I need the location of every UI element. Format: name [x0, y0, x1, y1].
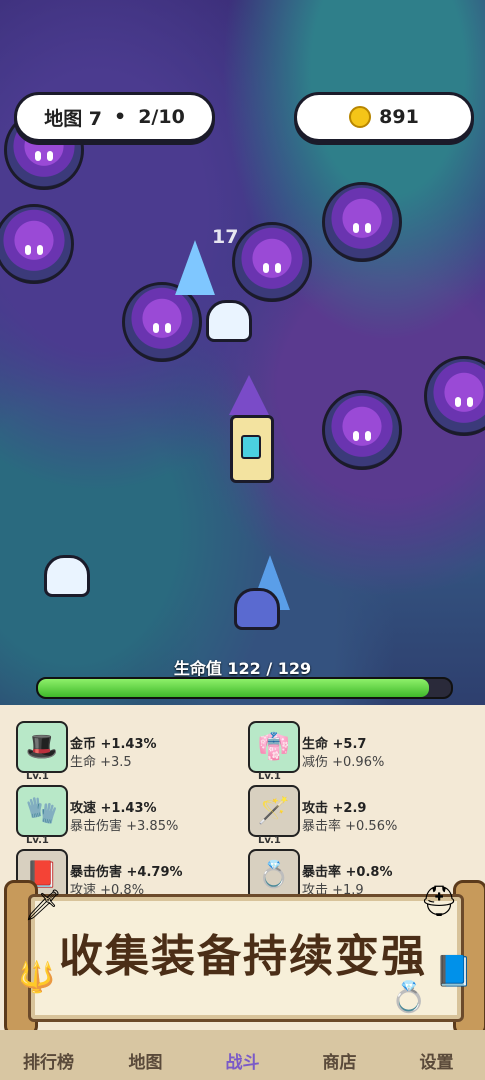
nav-leaderboard[interactable]: 排行榜	[0, 1030, 97, 1080]
hp-value: 122 / 129	[227, 659, 312, 678]
monster	[322, 390, 402, 470]
secondary-stat: 减伤 +0.96%	[302, 755, 385, 770]
secondary-stat: 生命 +3.5	[70, 755, 132, 770]
promo-banner: 收集装备持续变强 🗡 🔱 ⛑ 📘 💍	[0, 880, 485, 1036]
hp-title: 生命值	[173, 659, 222, 678]
nav-settings[interactable]: 设置	[388, 1030, 485, 1080]
map-wave-indicator: 地图 7 • 2/10	[14, 92, 215, 142]
map-label: 地图 7	[44, 107, 103, 130]
nav-label: 地图	[128, 1053, 163, 1073]
ice-spirit	[234, 588, 280, 630]
equipment-icon-box: 👘	[248, 721, 300, 773]
banner-title: 收集装备持续变强	[59, 931, 427, 982]
nav-map[interactable]: 地图	[97, 1030, 194, 1080]
hp-bar	[36, 677, 453, 699]
glove-icon: 🧤	[25, 796, 59, 826]
primary-stat: 暴击伤害 +4.79%	[70, 865, 183, 880]
damage-number: 17	[212, 226, 239, 248]
primary-stat: 攻速 +1.43%	[70, 801, 157, 816]
coin-counter: 891	[294, 92, 474, 142]
tower-roof	[229, 375, 269, 415]
nav-label: 排行榜	[23, 1053, 74, 1073]
equipment-icon-box: 🎩	[16, 721, 68, 773]
equipment-panel: 🎩 Lv.1 金币 +1.43% 生命 +3.5 👘 Lv.1 生命 +5.7 减伤 +0.9…	[0, 705, 485, 1080]
ring-deco-icon: 💍	[390, 980, 428, 1015]
game-field: 17 地图 7 • 2/10 891 生命值 122 / 129	[0, 0, 485, 705]
hp-bar-fill	[38, 679, 429, 697]
wave-counter: 2/10	[138, 106, 185, 128]
nav-label: 设置	[419, 1053, 454, 1073]
coin-icon	[349, 106, 372, 128]
equipment-slot[interactable]: 🎩 Lv.1 金币 +1.43% 生命 +3.5	[0, 713, 230, 782]
equipment-slot[interactable]: 🪄 Lv.1 攻击 +2.9 暴击率 +0.56%	[232, 777, 462, 846]
flame-sword-icon: 🗡	[24, 888, 63, 923]
wizard-hat-icon: 🎩	[25, 732, 59, 762]
separator: •	[114, 106, 127, 128]
monster	[232, 222, 312, 302]
primary-stat: 攻击 +2.9	[302, 801, 367, 816]
primary-stat: 金币 +1.43%	[70, 737, 157, 752]
tower-window	[241, 435, 261, 459]
nav-label: 战斗	[225, 1053, 260, 1073]
nav-label: 商店	[322, 1053, 357, 1073]
spear-icon: 🔱	[18, 960, 56, 995]
bottom-nav: 排行榜 地图 战斗 商店 设置	[0, 1030, 485, 1080]
nav-shop[interactable]: 商店	[291, 1030, 388, 1080]
wizard-tower	[226, 375, 274, 485]
primary-stat: 暴击率 +0.8%	[302, 865, 393, 880]
equipment-icon-box: 🧤	[16, 785, 68, 837]
helmet-icon: ⛑	[420, 884, 459, 919]
monster	[322, 182, 402, 262]
secondary-stat: 暴击伤害 +3.85%	[70, 819, 179, 834]
equipment-icon-box: 🪄	[248, 785, 300, 837]
ice-spirit	[44, 555, 90, 597]
robe-icon: 👘	[257, 732, 291, 762]
spellbook-deco-icon: 📘	[435, 954, 473, 989]
equipment-slot[interactable]: 🧤 Lv.1 攻速 +1.43% 暴击伤害 +3.85%	[0, 777, 230, 846]
nav-battle[interactable]: 战斗	[194, 1030, 291, 1080]
secondary-stat: 暴击率 +0.56%	[302, 819, 398, 834]
ice-spirit	[206, 300, 252, 342]
staff-icon: 🪄	[257, 796, 291, 826]
hp-label: 生命值 122 / 129	[0, 655, 485, 679]
crystal-golem	[175, 240, 215, 295]
equipment-slot[interactable]: 👘 Lv.1 生命 +5.7 减伤 +0.96%	[232, 713, 462, 782]
monster	[0, 204, 74, 284]
primary-stat: 生命 +5.7	[302, 737, 367, 752]
monster	[424, 356, 485, 436]
coin-amount: 891	[379, 106, 419, 128]
